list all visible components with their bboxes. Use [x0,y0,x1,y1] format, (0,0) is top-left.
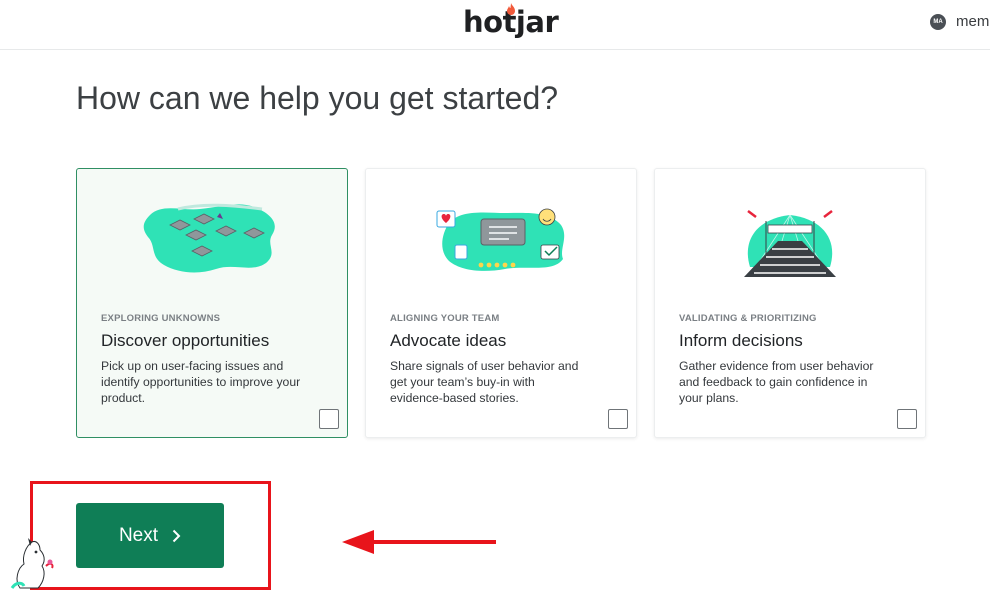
card-description: Share signals of user behavior and get y… [390,359,579,405]
card-title: Advocate ideas [390,331,507,350]
flame-icon [507,3,515,15]
page-title: How can we help you get started? [76,80,559,116]
card-description: Gather evidence from user behavior and f… [679,359,874,405]
user-name: mem [956,13,990,30]
card-eyebrow: EXPLORING UNKNOWNS [101,313,221,324]
advocate-illustration [436,208,565,271]
card-title: Inform decisions [679,331,803,350]
card-eyebrow: VALIDATING & PRIORITIZING [679,313,817,324]
card-eyebrow: ALIGNING YOUR TEAM [390,313,500,324]
user-menu[interactable]: MA mem [930,13,989,30]
card-checkbox[interactable] [319,409,339,429]
card-inform-decisions[interactable]: VALIDATING & PRIORITIZING Inform decisio… [654,168,926,438]
card-description: Pick up on user-facing issues and identi… [101,359,301,405]
card-checkbox[interactable] [608,409,628,429]
avatar: MA [930,13,946,30]
card-discover-opportunities[interactable]: EXPLORING UNKNOWNS Discover opportunitie… [76,168,348,438]
card-advocate-ideas[interactable]: ALIGNING YOUR TEAM Advocate ideas Share … [365,168,637,438]
mascot-icon[interactable] [10,538,60,590]
arrow-left-icon [342,530,496,554]
card-checkbox[interactable] [897,409,917,429]
top-bar: hotjar MA mem [0,0,990,50]
annotation-highlight-box [30,481,271,590]
discover-illustration [143,203,275,273]
card-title: Discover opportunities [101,331,270,350]
inform-illustration [744,210,836,277]
